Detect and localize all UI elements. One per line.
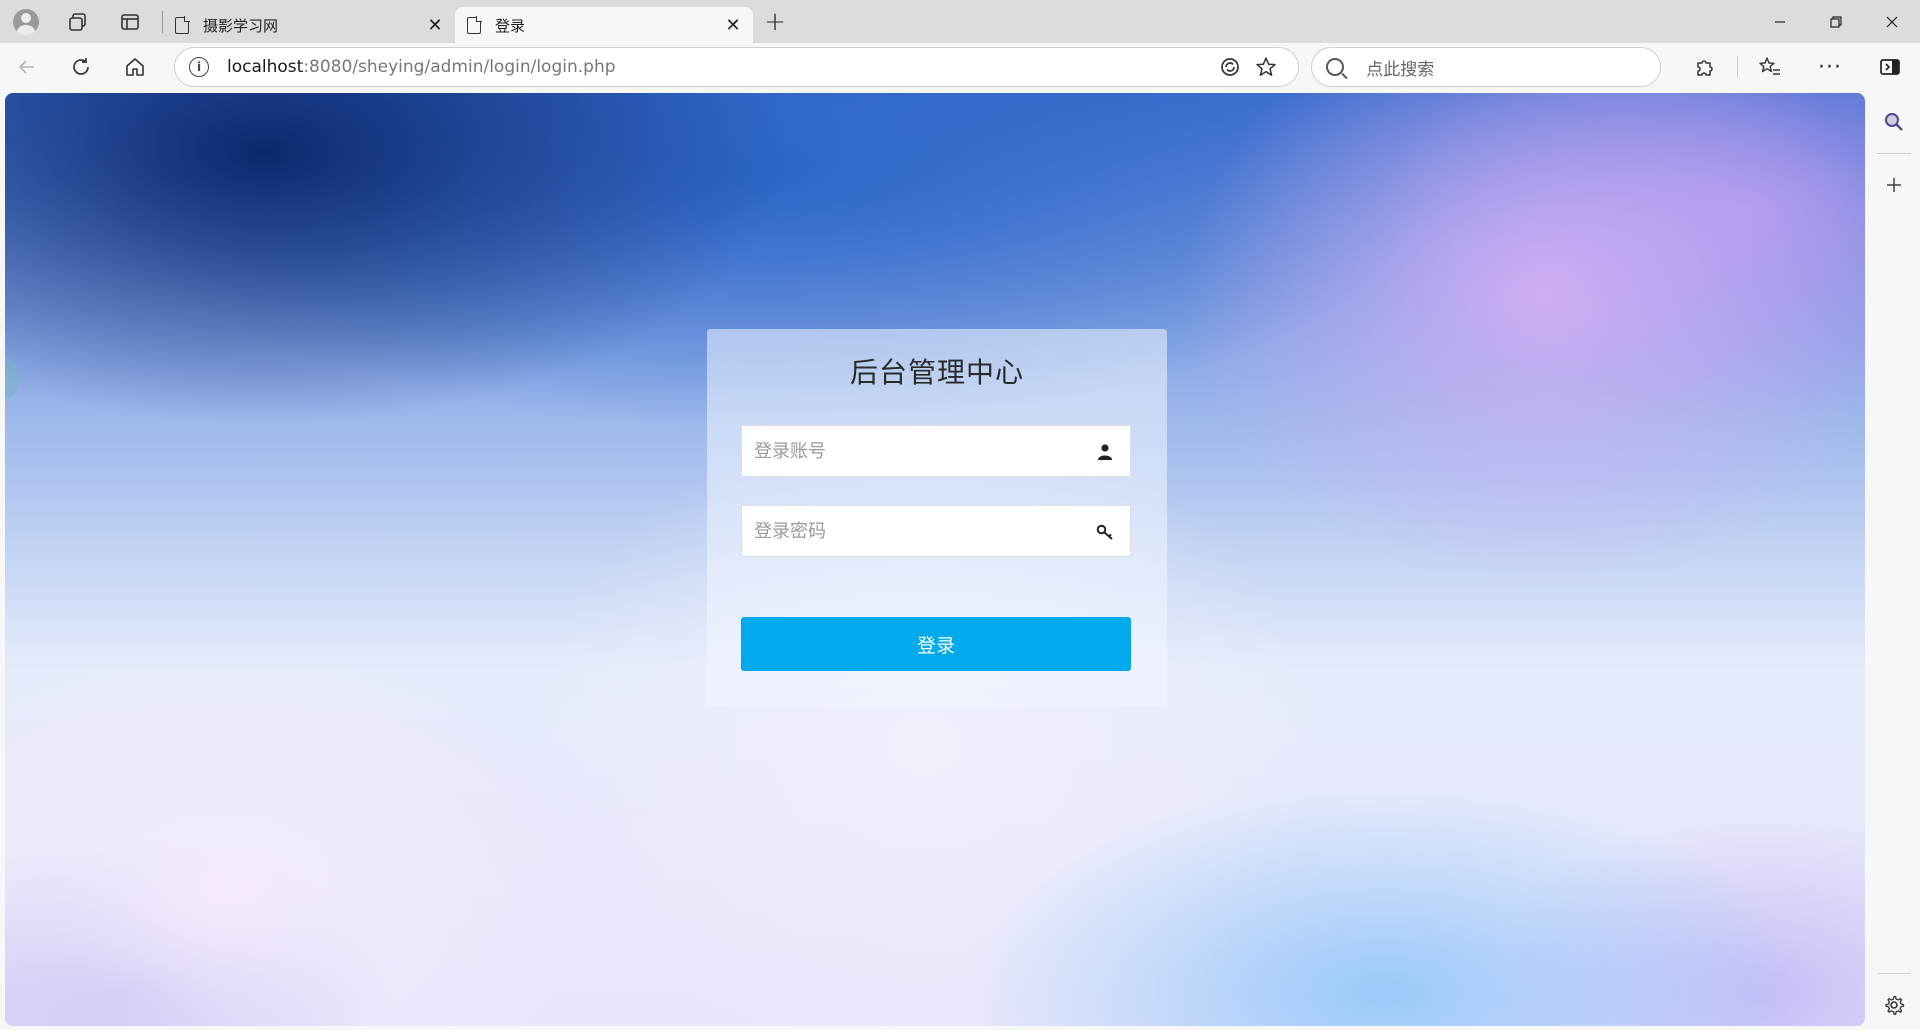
tab-strip: 摄影学习网 ✕ 登录 ✕ +	[0, 0, 1920, 43]
sidebar-settings-button[interactable]	[1868, 980, 1920, 1030]
refresh-page-icon	[1221, 58, 1240, 76]
favorites-list-icon	[1759, 57, 1780, 75]
toolbar-separator	[1737, 56, 1738, 78]
username-input[interactable]	[742, 426, 1130, 476]
key-icon	[1096, 524, 1113, 540]
sidebar-bottom	[1868, 967, 1920, 1030]
tab-title: 摄影学习网	[203, 16, 279, 35]
extensions-button[interactable]	[1675, 47, 1735, 87]
close-window-button[interactable]	[1864, 0, 1920, 43]
star-icon	[1256, 57, 1277, 76]
sidebar-search-button[interactable]	[1868, 97, 1920, 147]
sidebar-separator	[1877, 153, 1911, 154]
url-host: localhost	[227, 57, 304, 77]
home-icon	[126, 58, 144, 76]
profile-button[interactable]	[0, 0, 52, 43]
plus-icon	[1887, 178, 1901, 192]
favorites-button[interactable]	[1740, 47, 1800, 87]
profile-avatar-icon	[13, 8, 39, 35]
tab-actions-icon	[121, 13, 139, 30]
search-box[interactable]: 点此搜索	[1311, 47, 1661, 87]
search-icon	[1326, 58, 1345, 76]
login-button[interactable]: 登录	[741, 617, 1131, 671]
tab-title: 登录	[495, 16, 526, 35]
search-placeholder: 点此搜索	[1366, 59, 1435, 80]
tab-login[interactable]: 登录 ✕	[455, 7, 753, 43]
workspaces-icon	[69, 12, 86, 31]
gear-icon	[1885, 995, 1905, 1015]
home-button[interactable]	[108, 47, 162, 87]
edge-handle[interactable]	[5, 359, 19, 399]
restore-button[interactable]	[1808, 0, 1864, 43]
refresh-icon	[73, 58, 89, 75]
back-button[interactable]	[0, 47, 54, 87]
login-panel: 后台管理中心 登录	[707, 329, 1167, 707]
puzzle-icon	[1697, 60, 1713, 76]
tab-actions-button[interactable]	[104, 0, 156, 43]
user-icon	[1098, 444, 1112, 460]
url-path: :8080/sheying/admin/login/login.php	[303, 57, 616, 77]
workspaces-button[interactable]	[52, 0, 104, 43]
username-field-wrapper	[741, 425, 1131, 477]
more-button[interactable]: ···	[1800, 47, 1860, 87]
sidebar-add-button[interactable]	[1868, 160, 1920, 210]
minimize-button[interactable]	[1752, 0, 1808, 43]
sidebar-toggle-button[interactable]	[1860, 47, 1920, 87]
tab-sheying[interactable]: 摄影学习网 ✕	[163, 7, 455, 43]
minimize-icon	[1775, 20, 1785, 23]
page-icon	[467, 15, 482, 34]
sidebar-icon	[1880, 59, 1900, 75]
navigation-bar: i localhost:8080/sheying/admin/login/log…	[0, 43, 1920, 91]
page-viewport: 后台管理中心 登录	[5, 93, 1865, 1026]
password-field-wrapper	[741, 505, 1131, 557]
login-title: 后台管理中心	[849, 356, 1024, 389]
browser-sidebar	[1868, 91, 1920, 1030]
refresh-button[interactable]	[54, 47, 108, 87]
close-icon	[1886, 16, 1898, 27]
arrow-left-icon	[18, 60, 34, 74]
restore-icon	[1830, 15, 1842, 28]
search-icon	[1885, 113, 1903, 131]
close-tab-icon[interactable]: ✕	[425, 15, 445, 36]
window-controls	[1752, 0, 1920, 43]
site-info-icon[interactable]: i	[189, 57, 209, 77]
favorite-button[interactable]	[1248, 49, 1284, 85]
page-icon	[175, 15, 190, 34]
url-text[interactable]: localhost:8080/sheying/admin/login/login…	[227, 57, 1212, 77]
plus-icon: +	[764, 6, 786, 37]
new-tab-button[interactable]: +	[753, 0, 797, 43]
read-aloud-button[interactable]	[1212, 49, 1248, 85]
toolbar-right: ···	[1675, 47, 1920, 87]
close-tab-icon[interactable]: ✕	[723, 15, 743, 36]
password-input[interactable]	[742, 506, 1130, 556]
address-bar[interactable]: i localhost:8080/sheying/admin/login/log…	[174, 47, 1300, 87]
ellipsis-icon: ···	[1818, 54, 1842, 80]
sidebar-separator	[1877, 973, 1911, 974]
